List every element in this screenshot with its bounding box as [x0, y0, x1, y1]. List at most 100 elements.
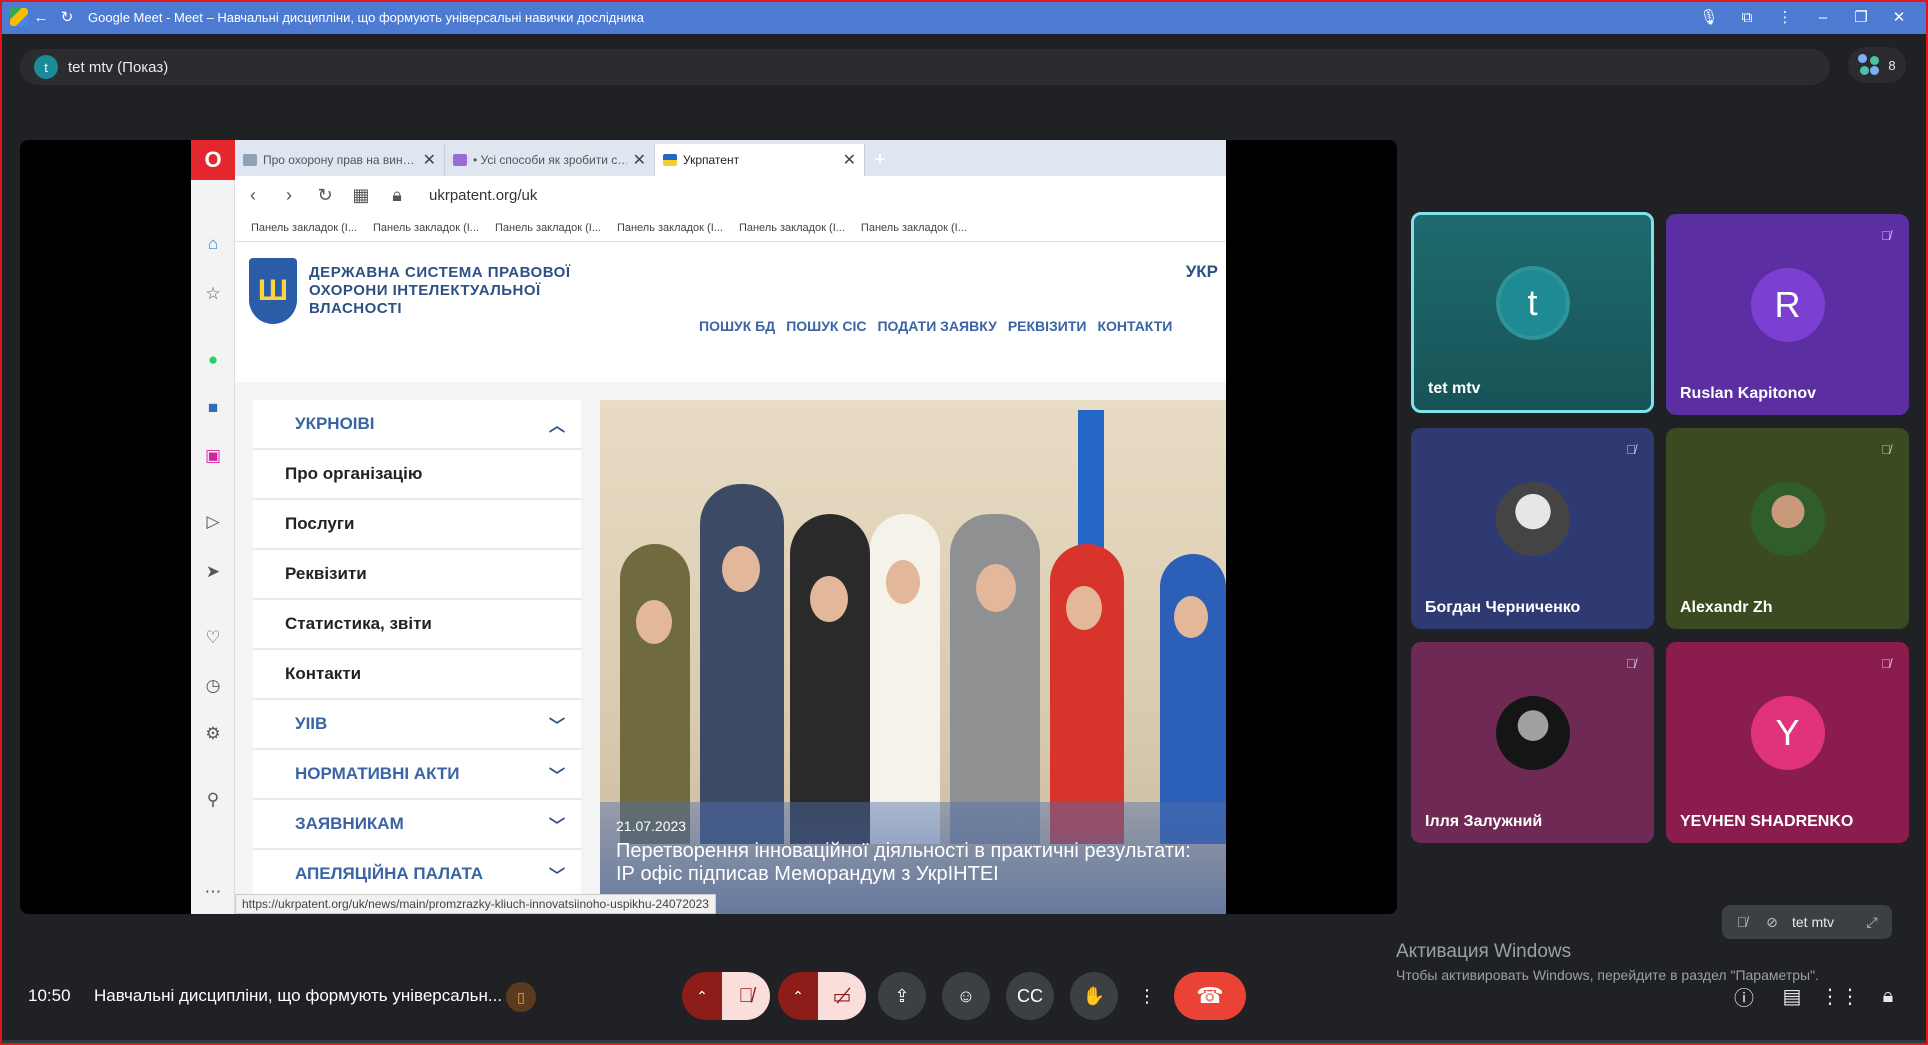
- menu-item[interactable]: Контакти: [253, 650, 581, 700]
- tab-close-icon[interactable]: ✕: [843, 150, 856, 170]
- back-icon[interactable]: ←: [28, 4, 54, 30]
- captions-button[interactable]: CC: [1006, 972, 1054, 1020]
- bookmark-item[interactable]: Панель закладок (І...: [373, 222, 479, 234]
- mic-control[interactable]: ⌃ 🎙̸: [682, 972, 770, 1020]
- presentation-stage: O ⌂ ☆ ● ■ ▣ ▷ ➤ ♡ ◷ ⚙ ⚲ ⋯ Про охорону пр…: [20, 140, 1397, 914]
- menu-item[interactable]: Послуги: [253, 500, 581, 550]
- presenter-bar[interactable]: t tet mtv (Показ): [20, 49, 1830, 85]
- settings-icon[interactable]: ⚙: [201, 722, 225, 746]
- language-switch[interactable]: УКР: [1186, 262, 1218, 282]
- menu-header[interactable]: УКРНОІВІ ︿: [253, 400, 581, 450]
- chevron-up-icon[interactable]: ⌃: [778, 972, 818, 1020]
- menu-section[interactable]: УІІВ ﹀: [253, 700, 581, 750]
- host-controls-icon[interactable]: 🔒︎: [1874, 982, 1902, 1010]
- minimize-button[interactable]: –: [1812, 9, 1834, 26]
- heart-icon[interactable]: ♡: [201, 626, 225, 650]
- mic-off-icon: 🎙̸: [1881, 441, 1891, 457]
- more-icon[interactable]: ⋮: [1774, 8, 1796, 26]
- trident-logo-icon[interactable]: Ш: [249, 258, 297, 324]
- bookmark-item[interactable]: Панель закладок (І...: [495, 222, 601, 234]
- info-icon[interactable]: ⓘ: [1730, 982, 1758, 1010]
- bookmark-item[interactable]: Панель закладок (І...: [251, 222, 357, 234]
- home-icon[interactable]: ⌂: [201, 232, 225, 256]
- menu-section[interactable]: ЗАЯВНИКАМ ﹀: [253, 800, 581, 850]
- history-icon[interactable]: ◷: [201, 674, 225, 698]
- instagram-icon[interactable]: ▣: [201, 444, 225, 468]
- chevron-up-icon[interactable]: ⌃: [682, 972, 722, 1020]
- camera-control[interactable]: ⌃ ▭̸: [778, 972, 866, 1020]
- menu-section[interactable]: АПЕЛЯЦІЙНА ПАЛАТА ﹀: [253, 850, 581, 900]
- menu-item[interactable]: Статистика, звіти: [253, 600, 581, 650]
- participant-tile[interactable]: 🎙̸ Alexandr Zh: [1666, 428, 1909, 629]
- chevron-up-icon: ︿: [548, 418, 565, 435]
- tab-label: Про охорону прав на вин…: [263, 153, 415, 167]
- player-icon[interactable]: ▷: [201, 510, 225, 534]
- nav-requisites[interactable]: РЕКВІЗИТИ: [1008, 318, 1087, 334]
- tab-ukrpatent[interactable]: Укрпатент ✕: [655, 144, 865, 176]
- bookmark-item[interactable]: Панель закладок (І...: [617, 222, 723, 234]
- address-bar[interactable]: ‹ › ↻ ▦ 🔒︎ ukrpatent.org/uk: [235, 176, 1226, 214]
- chevron-down-icon: ﹀: [548, 718, 565, 735]
- present-button[interactable]: ⇪: [878, 972, 926, 1020]
- status-url: https://ukrpatent.org/uk/news/main/promz…: [235, 894, 716, 914]
- expand-icon[interactable]: ⤢: [1862, 914, 1882, 931]
- presenter-label: tet mtv (Показ): [68, 58, 169, 76]
- chat-icon[interactable]: ▤: [1778, 982, 1806, 1010]
- person-head: [636, 600, 672, 644]
- nav-contacts[interactable]: КОНТАКТИ: [1097, 318, 1172, 334]
- participant-name: tet mtv: [1428, 380, 1481, 397]
- news-photo[interactable]: 21.07.2023 Перетворення інноваційної дія…: [600, 400, 1226, 914]
- more-options-icon[interactable]: ⋮: [1134, 972, 1160, 1020]
- mic-icon[interactable]: 🎙: [1698, 8, 1720, 26]
- reload-icon[interactable]: ↻: [54, 4, 80, 30]
- star-icon[interactable]: ☆: [201, 282, 225, 306]
- tab-close-icon[interactable]: ✕: [423, 150, 436, 170]
- emoji-button[interactable]: ☺: [942, 972, 990, 1020]
- forward-icon[interactable]: ›: [271, 185, 307, 206]
- tab-close-icon[interactable]: ✕: [633, 150, 646, 170]
- extension-icon[interactable]: ⧉: [1736, 9, 1758, 26]
- meeting-title: Навчальні дисципліни, що формують універ…: [94, 986, 503, 1005]
- person-head: [1066, 586, 1102, 630]
- participant-name: Ruslan Kapitonov: [1680, 385, 1817, 402]
- back-icon[interactable]: ‹: [235, 185, 271, 206]
- self-view[interactable]: 🎙̸ ⊘ tet mtv ⤢: [1722, 905, 1892, 939]
- close-button[interactable]: ✕: [1888, 8, 1910, 26]
- tab-ways[interactable]: • Усі способи як зробити с… ✕: [445, 144, 655, 176]
- nav-search-db[interactable]: ПОШУК БД: [699, 318, 775, 334]
- send-icon[interactable]: ➤: [201, 560, 225, 584]
- building-icon[interactable]: ▯: [506, 982, 536, 1012]
- reload-icon[interactable]: ↻: [307, 185, 343, 206]
- leave-call-button[interactable]: ☎: [1174, 972, 1246, 1020]
- participants-button[interactable]: 8: [1848, 47, 1906, 83]
- participant-tile[interactable]: 🎙̸ R Ruslan Kapitonov: [1666, 214, 1909, 415]
- bulb-icon[interactable]: ⚲: [201, 788, 225, 812]
- mic-off-icon[interactable]: 🎙̸: [722, 972, 770, 1020]
- menu-item[interactable]: Про організацію: [253, 450, 581, 500]
- activities-icon[interactable]: ⋮⋮: [1820, 982, 1860, 1010]
- participant-tile[interactable]: 🎙̸ Y YEVHEN SHADRENKO: [1666, 642, 1909, 843]
- restore-button[interactable]: ❐: [1850, 8, 1872, 26]
- bookmark-item[interactable]: Панель закладок (І...: [861, 222, 967, 234]
- participant-tile[interactable]: 🎙̸ Богдан Черниченко: [1411, 428, 1654, 629]
- title-bar: ← ↻ Google Meet - Meet – Навчальні дисци…: [0, 0, 1928, 34]
- opera-logo-icon[interactable]: O: [191, 140, 235, 180]
- nav-search-sis[interactable]: ПОШУК СІС: [786, 318, 866, 334]
- participant-tile[interactable]: t tet mtv: [1411, 212, 1654, 413]
- participant-tile[interactable]: 🎙̸ Ілля Залужний: [1411, 642, 1654, 843]
- grid-icon[interactable]: ▦: [343, 185, 379, 206]
- tab-ip-protection[interactable]: Про охорону прав на вин… ✕: [235, 144, 445, 176]
- new-tab-icon[interactable]: +: [865, 144, 895, 176]
- more-dots-icon[interactable]: ⋯: [201, 880, 225, 904]
- menu-section[interactable]: НОРМАТИВНІ АКТИ ﹀: [253, 750, 581, 800]
- whatsapp-icon[interactable]: ●: [201, 348, 225, 372]
- raise-hand-button[interactable]: ✋: [1070, 972, 1118, 1020]
- camera-off-icon: ⊘: [1766, 913, 1778, 930]
- vk-icon[interactable]: ■: [201, 396, 225, 420]
- person-figure: [620, 544, 690, 844]
- menu-item[interactable]: Реквізити: [253, 550, 581, 600]
- avatar: R: [1750, 267, 1825, 342]
- camera-off-icon[interactable]: ▭̸: [818, 972, 866, 1020]
- nav-apply[interactable]: ПОДАТИ ЗАЯВКУ: [877, 318, 996, 334]
- bookmark-item[interactable]: Панель закладок (І...: [739, 222, 845, 234]
